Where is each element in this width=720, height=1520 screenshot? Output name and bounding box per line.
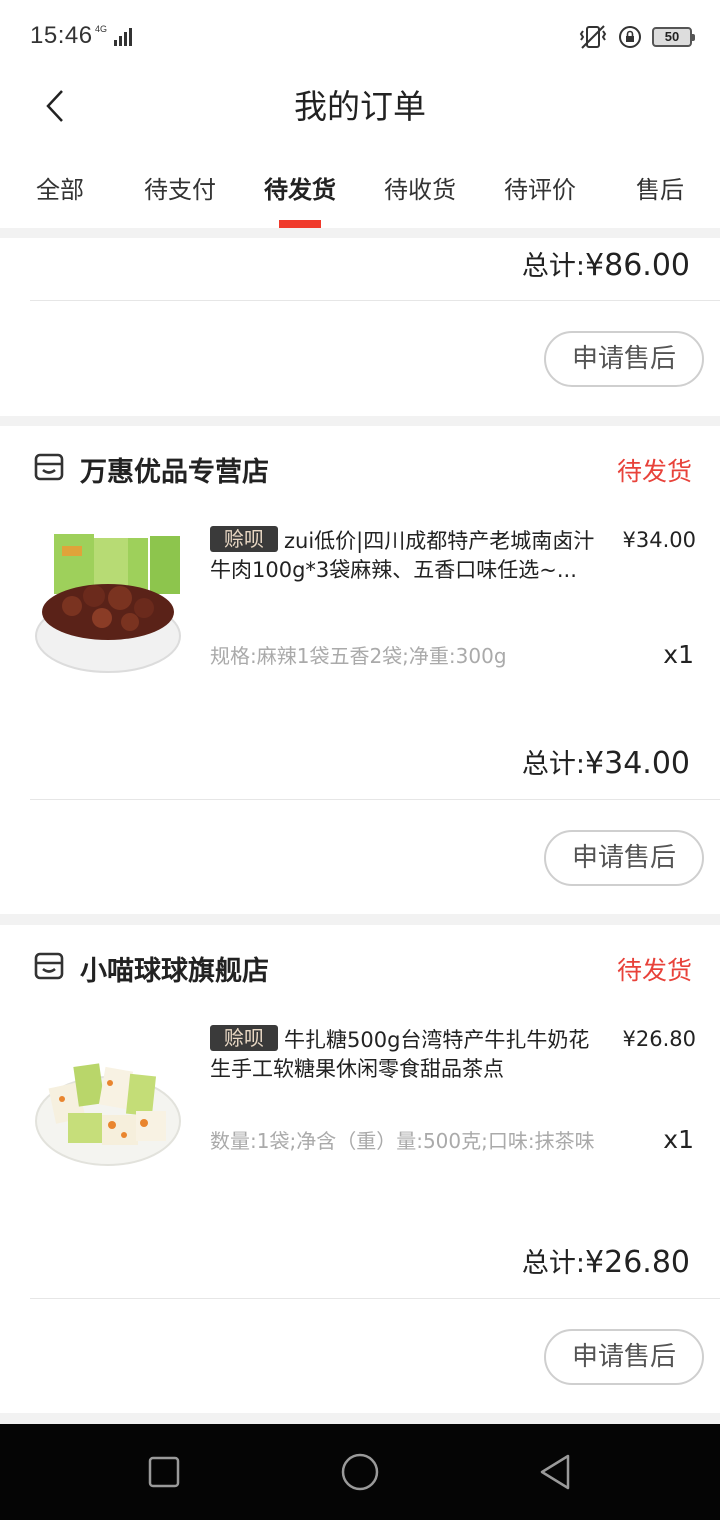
system-nav-bar: [0, 1424, 720, 1520]
divider: [30, 1298, 720, 1299]
order-status: 待发货: [616, 457, 692, 486]
product-title[interactable]: 赊呗 牛扎糖500g台湾特产牛扎牛奶花生手工软糖果休闲零食甜品茶点: [210, 1025, 610, 1085]
credit-badge: 赊呗: [210, 526, 278, 552]
tab-pending-review[interactable]: 待评价: [480, 170, 600, 205]
page-title: 我的订单: [294, 87, 426, 126]
store-name[interactable]: 万惠优品专营店: [80, 450, 269, 489]
product-image-beef[interactable]: [32, 526, 184, 678]
product-quantity: x1: [663, 1125, 694, 1154]
total-label: 总计:: [521, 251, 586, 282]
order-total: 总计:¥26.80: [522, 1241, 690, 1280]
active-tab-indicator: [279, 220, 321, 228]
credit-badge: 赊呗: [210, 1025, 278, 1051]
tab-all[interactable]: 全部: [0, 170, 120, 205]
battery-icon: 50: [652, 27, 695, 47]
product-image-nougat[interactable]: [32, 1025, 184, 1177]
order-total: 总计:¥34.00: [522, 742, 690, 781]
network-type: 4G: [95, 24, 108, 34]
order-card: 万惠优品专营店 待发货 赊呗 zui低价|四川成都特产老城南卤汁牛肉100g*3袋…: [0, 426, 720, 914]
total-label: 总计:: [521, 749, 586, 780]
total-label: 总计:: [521, 1248, 586, 1279]
order-status: 待发货: [616, 956, 692, 985]
apply-after-sales-button[interactable]: 申请售后: [544, 830, 704, 886]
order-card: 总计:¥86.00 申请售后: [0, 238, 720, 416]
product-quantity: x1: [663, 640, 694, 669]
product-spec: 数量:1袋;净含（重）量:500克;口味:抹茶味: [210, 1129, 595, 1153]
store-icon: [34, 453, 64, 481]
order-total: 总计:¥86.00: [522, 244, 690, 283]
product-title[interactable]: 赊呗 zui低价|四川成都特产老城南卤汁牛肉100g*3袋麻辣、五香口味任选~..…: [210, 526, 610, 586]
store-icon: [34, 952, 64, 980]
header: 我的订单: [0, 70, 720, 150]
status-bar: 15:46 4G 50: [0, 0, 720, 70]
circle-icon[interactable]: [340, 1452, 380, 1492]
tab-after-sales[interactable]: 售后: [600, 170, 720, 205]
order-card: 小喵球球旗舰店 待发货 赊呗 牛扎糖500g台湾特产牛扎牛奶花生手工软糖果休闲零食…: [0, 925, 720, 1413]
lock-rotation-icon: [619, 26, 641, 48]
tab-pending-payment[interactable]: 待支付: [120, 170, 240, 205]
square-icon[interactable]: [144, 1452, 184, 1492]
signal-icon: [114, 28, 132, 46]
total-amount: ¥34.00: [585, 746, 690, 781]
status-time: 15:46: [30, 22, 93, 49]
vibrate-icon: [579, 25, 607, 49]
order-tabs: 全部 待支付 待发货 待收货 待评价 售后: [0, 150, 720, 228]
product-price: ¥26.80: [622, 1027, 696, 1051]
tab-pending-shipment[interactable]: 待发货: [240, 170, 360, 205]
triangle-back-icon[interactable]: [536, 1452, 576, 1492]
tab-pending-receipt[interactable]: 待收货: [360, 170, 480, 205]
product-price: ¥34.00: [622, 528, 696, 552]
divider: [30, 799, 720, 800]
store-name[interactable]: 小喵球球旗舰店: [80, 949, 269, 988]
apply-after-sales-button[interactable]: 申请售后: [544, 331, 704, 387]
total-amount: ¥26.80: [585, 1245, 690, 1280]
product-spec: 规格:麻辣1袋五香2袋;净重:300g: [210, 644, 507, 668]
apply-after-sales-button[interactable]: 申请售后: [544, 1329, 704, 1385]
divider: [30, 300, 720, 301]
total-amount: ¥86.00: [585, 248, 690, 283]
